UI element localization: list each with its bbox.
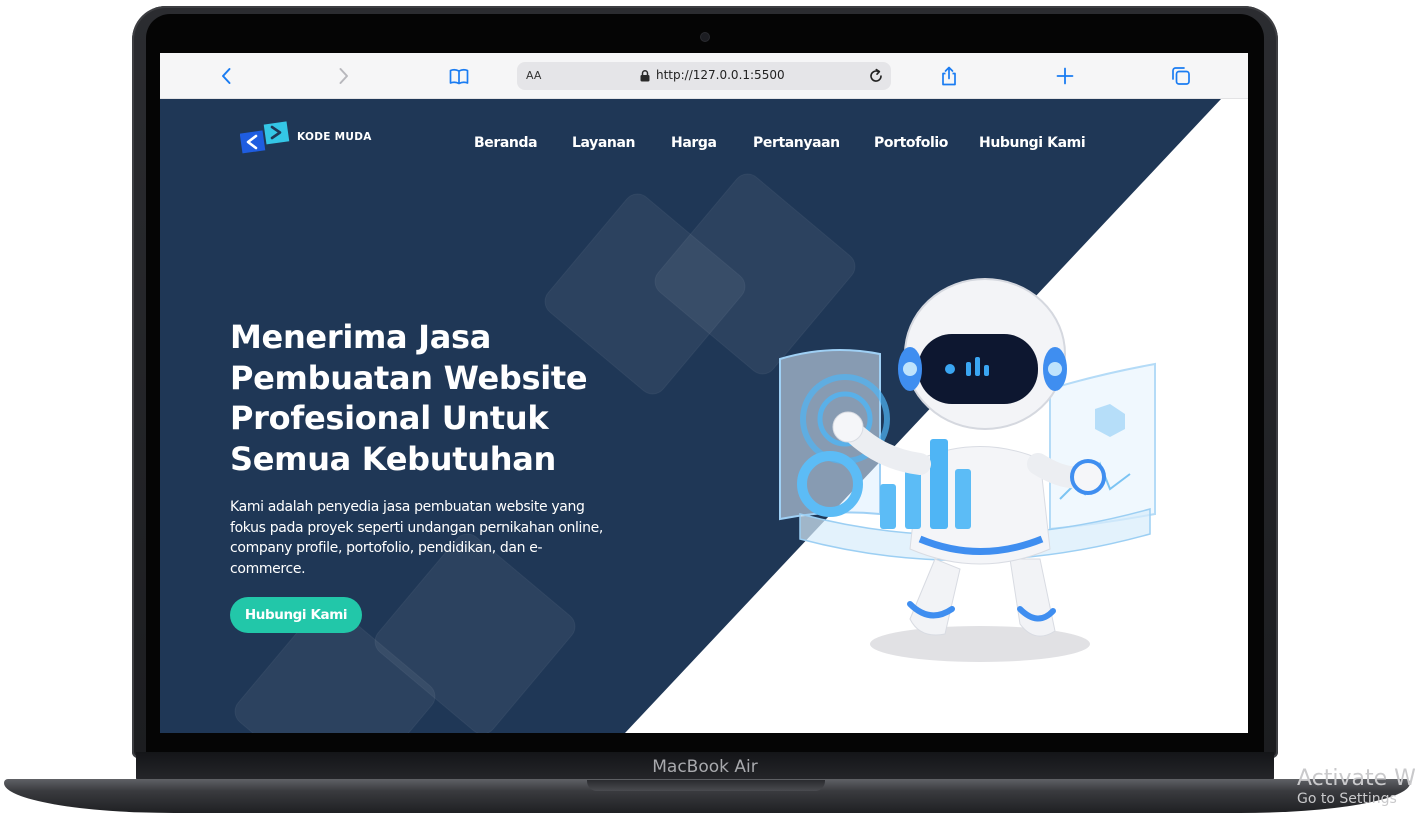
watermark-line-1: Activate W [1297,766,1415,791]
nav-item-portofolio[interactable]: Portofolio [874,135,948,151]
hero-title: Menerima Jasa Pembuatan Website Profesio… [230,317,690,479]
hero-section: KODE MUDA Beranda Layanan Harga Pertanya… [160,99,1248,733]
hero-description-line: company profile, portofolio, pendidikan,… [230,540,543,556]
hero-title-line: Profesional Untuk [230,399,549,437]
hero-title-line: Pembuatan Website [230,358,588,397]
nav-item-harga[interactable]: Harga [671,135,717,151]
brand-name[interactable]: KODE MUDA [297,131,372,143]
browser-window: AA http://127.0.0.1:5500 KODE MUDA Beran… [160,53,1248,733]
robot-illustration [779,278,1156,662]
nav-item-pertanyaan[interactable]: Pertanyaan [753,135,840,151]
nav-item-layanan[interactable]: Layanan [572,135,635,151]
hero-description-line: fokus pada proyek seperti undangan perni… [230,519,603,536]
kode-muda-logo-icon[interactable] [240,121,292,157]
hero-description: Kami adalah penyedia jasa pembuatan webs… [230,497,630,579]
hero-title-line: Menerima Jasa [230,318,492,356]
laptop-hinge-notch [587,780,825,791]
address-bar[interactable]: AA http://127.0.0.1:5500 [517,62,891,90]
nav-item-beranda[interactable]: Beranda [474,135,538,151]
url-text[interactable]: http://127.0.0.1:5500 [656,68,785,82]
share-icon[interactable] [938,65,960,87]
device-label: MacBook Air [652,757,758,777]
plus-icon[interactable] [1054,65,1076,87]
watermark-line-2: Go to Settings [1297,791,1397,807]
nav-item-hubungi-kami[interactable]: Hubungi Kami [979,135,1086,151]
hero-description-line: commerce. [230,560,306,577]
activation-watermark: Activate W Go to Settings [1297,766,1415,807]
chevron-left-icon[interactable] [216,65,238,87]
reload-icon[interactable] [867,67,885,85]
hero-title-line: Semua Kebutuhan [230,439,556,478]
tabs-icon[interactable] [1170,65,1192,87]
lock-icon [640,70,650,82]
browser-toolbar: AA http://127.0.0.1:5500 [160,53,1248,99]
camera-icon [701,33,709,41]
hubungi-kami-button[interactable]: Hubungi Kami [230,597,362,633]
chevron-right-icon[interactable] [332,65,354,87]
hero-description-line: Kami adalah penyedia jasa pembuatan webs… [230,499,585,515]
text-size-button[interactable]: AA [526,69,541,82]
bookmarks-icon[interactable] [448,65,470,87]
